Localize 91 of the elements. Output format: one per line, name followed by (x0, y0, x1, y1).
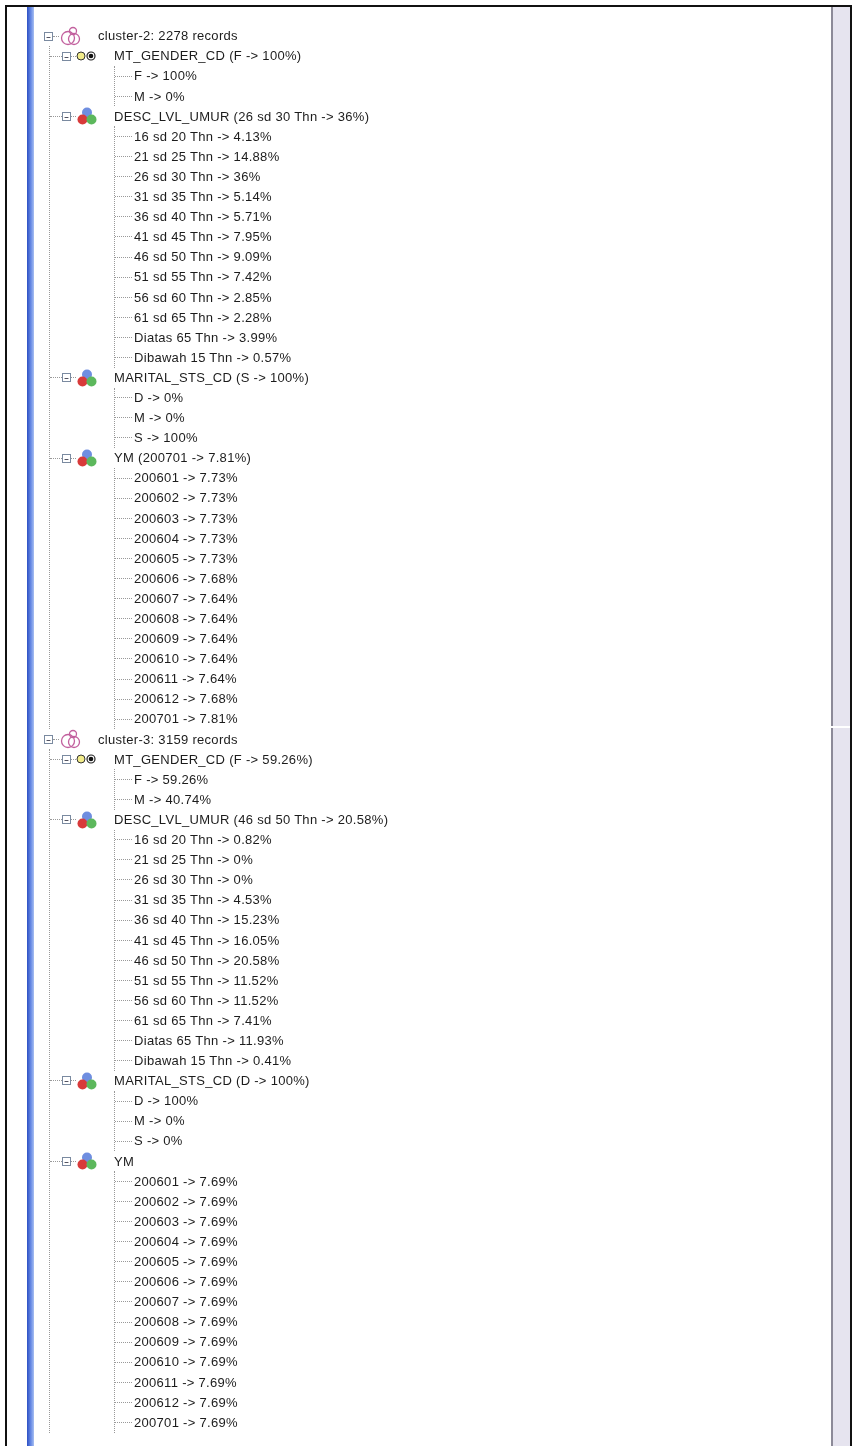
tree-node-label[interactable]: M -> 0% (134, 408, 185, 428)
collapse-toggle[interactable] (44, 734, 53, 744)
tree-node-label[interactable]: 200601 -> 7.69% (134, 1171, 238, 1192)
collapse-toggle[interactable] (62, 373, 71, 383)
collapse-toggle[interactable] (62, 1076, 71, 1086)
tree-node-label[interactable]: 36 sd 40 Thn -> 15.23% (134, 910, 280, 930)
tree-node-label[interactable]: F -> 100% (134, 66, 198, 86)
tree-node-label[interactable]: 200701 -> 7.69% (134, 1412, 238, 1433)
tree-node-label[interactable]: M -> 0% (134, 86, 185, 107)
tree-node-label[interactable]: D -> 0% (134, 388, 184, 408)
tree-node-label[interactable]: 41 sd 45 Thn -> 16.05% (134, 930, 280, 950)
tree-node-label[interactable]: DESC_LVL_UMUR (26 sd 30 Thn -> 36%) (114, 106, 370, 127)
tree-node-label[interactable]: 21 sd 25 Thn -> 14.88% (134, 146, 280, 167)
tree-node-label[interactable]: Dibawah 15 Thn -> 0.57% (134, 347, 292, 368)
balls-icon (76, 368, 98, 387)
tree-node-label[interactable]: 200607 -> 7.69% (134, 1292, 238, 1312)
collapse-toggle[interactable] (62, 1156, 71, 1166)
tree-node-label[interactable]: 61 sd 65 Thn -> 2.28% (134, 307, 272, 328)
tree-node-label[interactable]: 31 sd 35 Thn -> 4.53% (134, 890, 272, 910)
tree-node-label[interactable]: 36 sd 40 Thn -> 5.71% (134, 207, 272, 227)
collapse-toggle[interactable] (44, 31, 53, 41)
tree-node-label[interactable]: 200608 -> 7.69% (134, 1312, 238, 1332)
tree-node-label[interactable]: 200603 -> 7.69% (134, 1211, 238, 1232)
tree-node-label[interactable]: 200604 -> 7.69% (134, 1231, 238, 1252)
balls-icon (76, 1071, 98, 1090)
cluster-icon (59, 729, 83, 750)
tree-node-label[interactable]: M -> 40.74% (134, 789, 212, 810)
tree-node-label[interactable]: YM (114, 1151, 135, 1172)
tree-node-label[interactable]: 200606 -> 7.69% (134, 1272, 238, 1292)
tree-node-label[interactable]: Diatas 65 Thn -> 11.93% (134, 1031, 284, 1051)
tree-node-label[interactable]: 61 sd 65 Thn -> 7.41% (134, 1010, 272, 1031)
tree-node-label[interactable]: 200603 -> 7.73% (134, 508, 238, 529)
tree-node-label[interactable]: 200601 -> 7.73% (134, 468, 238, 488)
collapse-toggle[interactable] (62, 815, 71, 825)
tree-node-label[interactable]: 200605 -> 7.73% (134, 548, 238, 569)
balls-icon (76, 107, 98, 126)
tree-node-label[interactable]: 46 sd 50 Thn -> 9.09% (134, 247, 272, 267)
tree-node-label[interactable]: Diatas 65 Thn -> 3.99% (134, 327, 278, 348)
collapse-toggle[interactable] (62, 453, 71, 463)
tree-node-label[interactable]: 200604 -> 7.73% (134, 528, 238, 549)
dots-icon (76, 754, 98, 765)
tree-node-label[interactable]: 200602 -> 7.73% (134, 488, 238, 508)
tree-node-label[interactable]: 200607 -> 7.64% (134, 588, 238, 609)
tree-node-label[interactable]: 200609 -> 7.64% (134, 629, 238, 649)
tree-node-label[interactable]: 200610 -> 7.69% (134, 1352, 238, 1372)
tree-node-label[interactable]: D -> 100% (134, 1091, 199, 1111)
tree-node-label[interactable]: MT_GENDER_CD (F -> 100%) (114, 46, 302, 66)
splitter-bar[interactable] (27, 7, 34, 1446)
tree-node-label[interactable]: 200612 -> 7.68% (134, 689, 238, 709)
dots-icon (76, 51, 98, 62)
tree-node-label[interactable]: MARITAL_STS_CD (D -> 100%) (114, 1071, 310, 1091)
tree-node-label[interactable]: cluster-3: 3159 records (98, 729, 238, 750)
tree-node-label[interactable]: YM (200701 -> 7.81%) (114, 448, 252, 468)
tree-node-label[interactable]: S -> 100% (134, 428, 198, 448)
tree-node-label[interactable]: 31 sd 35 Thn -> 5.14% (134, 187, 272, 207)
balls-icon (76, 810, 98, 829)
tree-node-label[interactable]: cluster-2: 2278 records (98, 26, 238, 46)
tree-node-label[interactable]: 200605 -> 7.69% (134, 1252, 238, 1272)
collapse-toggle[interactable] (62, 51, 71, 61)
tree-node-label[interactable]: 16 sd 20 Thn -> 4.13% (134, 126, 272, 147)
tree-node-label[interactable]: Dibawah 15 Thn -> 0.41% (134, 1051, 292, 1071)
balls-icon (76, 1152, 98, 1171)
tree-node-label[interactable]: 200612 -> 7.69% (134, 1392, 238, 1413)
tree-node-label[interactable]: M -> 0% (134, 1111, 185, 1131)
tree-node-label[interactable]: 21 sd 25 Thn -> 0% (134, 850, 253, 870)
tree-node-label[interactable]: F -> 59.26% (134, 769, 209, 790)
tree-node-label[interactable]: MARITAL_STS_CD (S -> 100%) (114, 367, 310, 388)
tree-node-label[interactable]: 51 sd 55 Thn -> 11.52% (134, 970, 279, 991)
tree-node-label[interactable]: 41 sd 45 Thn -> 7.95% (134, 227, 272, 247)
tree-node-label[interactable]: 200602 -> 7.69% (134, 1191, 238, 1212)
tree-node-label[interactable]: 200701 -> 7.81% (134, 709, 238, 729)
tree-node-label[interactable]: 200606 -> 7.68% (134, 568, 238, 589)
tree-node-label[interactable]: 51 sd 55 Thn -> 7.42% (134, 267, 272, 287)
tree-node-label[interactable]: S -> 0% (134, 1131, 183, 1151)
tree-node-label[interactable]: 26 sd 30 Thn -> 0% (134, 870, 253, 890)
tree-node-label[interactable]: 56 sd 60 Thn -> 2.85% (134, 287, 272, 307)
tree-node-label[interactable]: 56 sd 60 Thn -> 11.52% (134, 990, 279, 1011)
balls-icon (76, 449, 98, 467)
tree-node-label[interactable]: DESC_LVL_UMUR (46 sd 50 Thn -> 20.58%) (114, 809, 389, 830)
cluster-icon (59, 26, 83, 47)
tree-node-label[interactable]: 46 sd 50 Thn -> 20.58% (134, 950, 280, 971)
tree-node-label[interactable]: MT_GENDER_CD (F -> 59.26%) (114, 749, 313, 770)
tree-node-label[interactable]: 200608 -> 7.64% (134, 609, 238, 629)
tree-node-label[interactable]: 200611 -> 7.69% (134, 1372, 237, 1393)
tree-node-label[interactable]: 16 sd 20 Thn -> 0.82% (134, 830, 272, 850)
tree-node-label[interactable]: 200611 -> 7.64% (134, 669, 237, 689)
collapse-toggle[interactable] (62, 111, 71, 121)
tree-node-label[interactable]: 26 sd 30 Thn -> 36% (134, 166, 261, 187)
tree-node-label[interactable]: 200609 -> 7.69% (134, 1332, 238, 1352)
tree-node-label[interactable]: 200610 -> 7.64% (134, 649, 238, 669)
collapse-toggle[interactable] (62, 754, 71, 764)
